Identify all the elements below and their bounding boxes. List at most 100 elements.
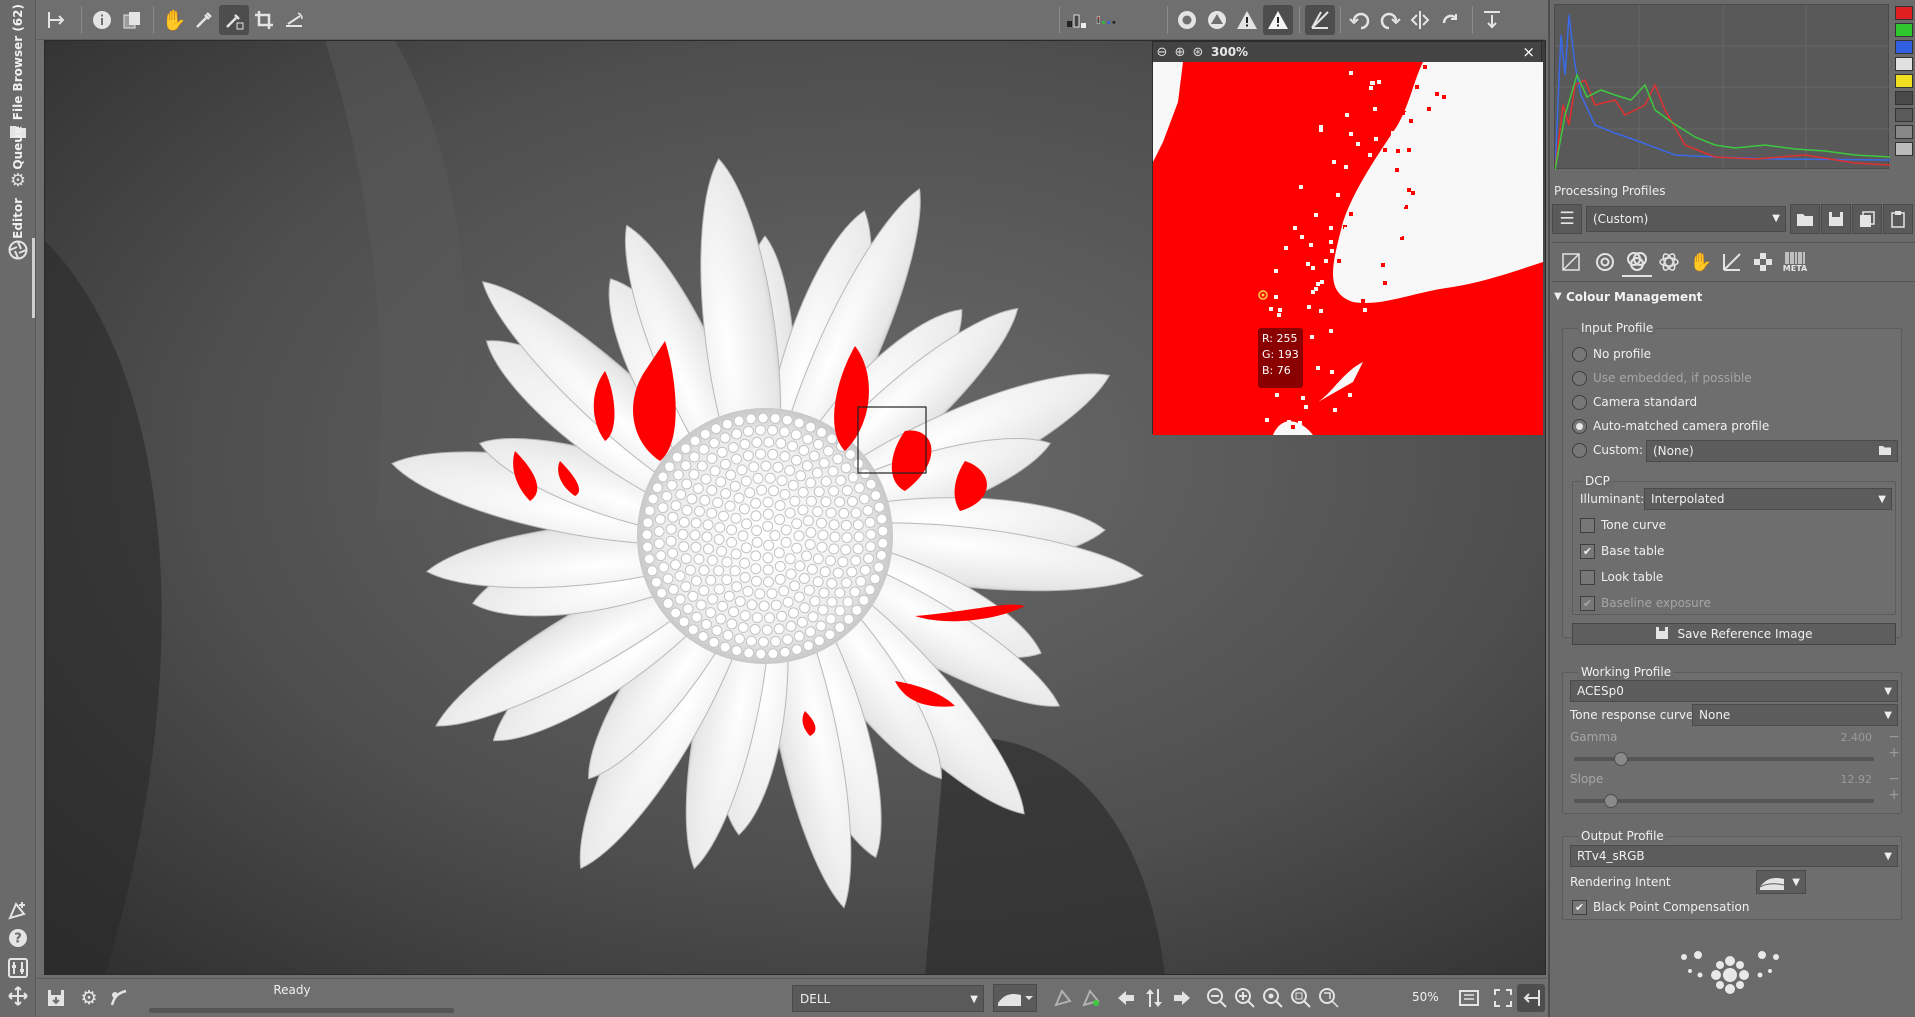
gamut-warning-icon[interactable] — [1077, 984, 1105, 1012]
monitor-profile-select[interactable]: DELL ▼ — [792, 985, 984, 1012]
gamma-stepper[interactable]: − + — [1874, 729, 1900, 761]
gamma-value[interactable]: 2.400 — [1830, 731, 1873, 747]
red-channel-toggle[interactable] — [1895, 6, 1913, 20]
zoom-fit-icon[interactable]: ⊛ — [1189, 43, 1207, 61]
colour-management-title[interactable]: Colour Management — [1566, 290, 1702, 304]
slope-slider[interactable] — [1574, 794, 1874, 808]
tab-transform-icon[interactable] — [1717, 247, 1747, 277]
slope-value[interactable]: 12.92 — [1830, 773, 1873, 789]
radio-button[interactable] — [1572, 370, 1587, 386]
zoom-fit-icon[interactable] — [1287, 984, 1315, 1012]
tab-locallab-icon[interactable]: ✋ — [1686, 247, 1716, 277]
next-image-icon[interactable] — [1168, 984, 1196, 1012]
custom-profile-option[interactable]: Custom: — [1572, 441, 1643, 459]
focus-mask-icon[interactable] — [1172, 5, 1202, 35]
navigator-close-icon[interactable]: × — [1522, 43, 1535, 61]
copy-profile-icon[interactable] — [1852, 204, 1882, 234]
output-profile-select[interactable]: RTv4_sRGB ▼ — [1570, 845, 1898, 867]
camera-standard-option[interactable]: Camera standard — [1572, 393, 1697, 411]
chroma-toggle[interactable] — [1895, 74, 1913, 88]
collapse-arrow-icon[interactable]: ▼ — [1554, 291, 1562, 302]
zoom-100-icon[interactable] — [1259, 984, 1287, 1012]
white-balance-picker-icon[interactable] — [189, 5, 219, 35]
flip-vertical-icon[interactable] — [1435, 5, 1465, 35]
rendering-intent-select[interactable]: ▼ — [1756, 870, 1806, 894]
raw-histogram-toggle[interactable] — [1895, 91, 1913, 105]
radio-button-selected[interactable] — [1572, 418, 1587, 434]
checkbox-checked[interactable]: ✔ — [1572, 899, 1587, 915]
tab-queue[interactable]: Queue ⚙ — [2, 126, 34, 192]
save-profile-icon[interactable] — [1821, 204, 1851, 234]
tab-exposure-icon[interactable] — [1556, 247, 1586, 277]
checkbox-checked-disabled[interactable]: ✔ — [1580, 595, 1595, 611]
open-profile-icon[interactable] — [1790, 204, 1820, 234]
paste-profile-icon[interactable] — [1883, 204, 1913, 234]
save-reference-image-button[interactable]: Save Reference Image — [1572, 623, 1896, 645]
tone-curve-option[interactable]: Tone curve — [1580, 516, 1666, 534]
checkbox[interactable] — [1580, 569, 1595, 585]
no-profile-option[interactable]: No profile — [1572, 345, 1651, 363]
trc-select[interactable]: None ▼ — [1692, 704, 1898, 726]
previous-image-icon[interactable] — [1112, 984, 1140, 1012]
shadows-warning-icon[interactable] — [1232, 5, 1262, 35]
zoom-out-icon[interactable]: ⊖ — [1153, 43, 1171, 61]
zoom-in-icon[interactable] — [1231, 984, 1259, 1012]
rotate-right-icon[interactable] — [1375, 5, 1405, 35]
radio-button[interactable] — [1572, 346, 1587, 362]
preferences-icon[interactable] — [4, 954, 32, 982]
black-point-compensation-option[interactable]: ✔ Black Point Compensation — [1572, 898, 1750, 916]
help-icon[interactable]: ? — [4, 924, 32, 952]
open-folder-icon[interactable] — [1878, 444, 1892, 459]
zoom-out-icon[interactable] — [1203, 984, 1231, 1012]
gamma-slider-knob[interactable] — [1614, 752, 1628, 766]
tab-advanced-icon[interactable] — [1654, 247, 1684, 277]
queue-add-icon[interactable]: ⚙ — [75, 984, 103, 1012]
radio-button[interactable] — [1572, 394, 1587, 410]
zoom-in-icon[interactable]: ⊕ — [1171, 43, 1189, 61]
save-image-icon[interactable] — [42, 984, 70, 1012]
crop-icon[interactable] — [249, 5, 279, 35]
gamut-check-icon[interactable] — [1202, 5, 1232, 35]
tab-color-icon[interactable] — [1622, 247, 1652, 277]
checkbox[interactable] — [1580, 517, 1595, 533]
before-after-icon[interactable] — [117, 5, 147, 35]
tab-file-browser[interactable]: File Browser (62) — [2, 4, 34, 142]
hide-right-panel-icon[interactable] — [1517, 984, 1545, 1012]
luminance-toggle[interactable] — [1895, 57, 1913, 71]
zoom-fit-crop-icon[interactable] — [1315, 984, 1343, 1012]
checkbox-checked[interactable]: ✔ — [1580, 543, 1595, 559]
auto-matched-option[interactable]: Auto-matched camera profile — [1572, 417, 1769, 435]
histogram-scale-toggle[interactable] — [1895, 142, 1913, 156]
bar-display-toggle[interactable] — [1895, 108, 1913, 122]
base-table-option[interactable]: ✔ Base table — [1580, 542, 1664, 560]
custom-profile-field[interactable]: (None) — [1646, 440, 1898, 462]
new-detail-window-icon[interactable] — [1455, 984, 1483, 1012]
hide-top-panel-icon[interactable] — [1477, 5, 1507, 35]
tab-editor[interactable]: Editor — [2, 198, 34, 261]
slope-stepper[interactable]: − + — [1874, 771, 1900, 803]
histogram-mode-toggle[interactable] — [1895, 125, 1913, 139]
green-channel-toggle[interactable] — [1895, 23, 1913, 37]
sync-icon[interactable] — [1140, 984, 1168, 1012]
color-picker-icon[interactable] — [219, 5, 249, 35]
rotate-left-icon[interactable] — [1345, 5, 1375, 35]
channel-indicators-icon[interactable] — [1095, 5, 1125, 35]
straighten-icon[interactable] — [279, 5, 309, 35]
flip-horizontal-icon[interactable] — [1405, 5, 1435, 35]
working-profile-select[interactable]: ACESp0 ▼ — [1570, 680, 1898, 702]
info-icon[interactable] — [87, 5, 117, 35]
tab-detail-icon[interactable] — [1590, 247, 1620, 277]
highlights-warning-icon[interactable] — [1263, 5, 1293, 35]
gamma-slider[interactable] — [1574, 752, 1874, 766]
baseline-exposure-option[interactable]: ✔ Baseline exposure — [1580, 594, 1711, 612]
fullscreen-move-icon[interactable] — [4, 982, 32, 1010]
soft-proofing-icon[interactable] — [1049, 984, 1077, 1012]
send-to-editor-icon[interactable] — [4, 896, 32, 924]
tab-metadata-icon[interactable]: META — [1780, 247, 1810, 277]
hide-left-panel-icon[interactable] — [42, 5, 72, 35]
navigator-panel[interactable]: ⊖ ⊕ ⊛ 300% × R: 255 G: 193 B: 76 — [1152, 41, 1543, 435]
shadow-clipping-indicator-icon[interactable] — [1062, 5, 1092, 35]
radio-button[interactable] — [1572, 442, 1587, 458]
illuminant-select[interactable]: Interpolated ▼ — [1644, 488, 1892, 510]
fullscreen-icon[interactable] — [1489, 984, 1517, 1012]
